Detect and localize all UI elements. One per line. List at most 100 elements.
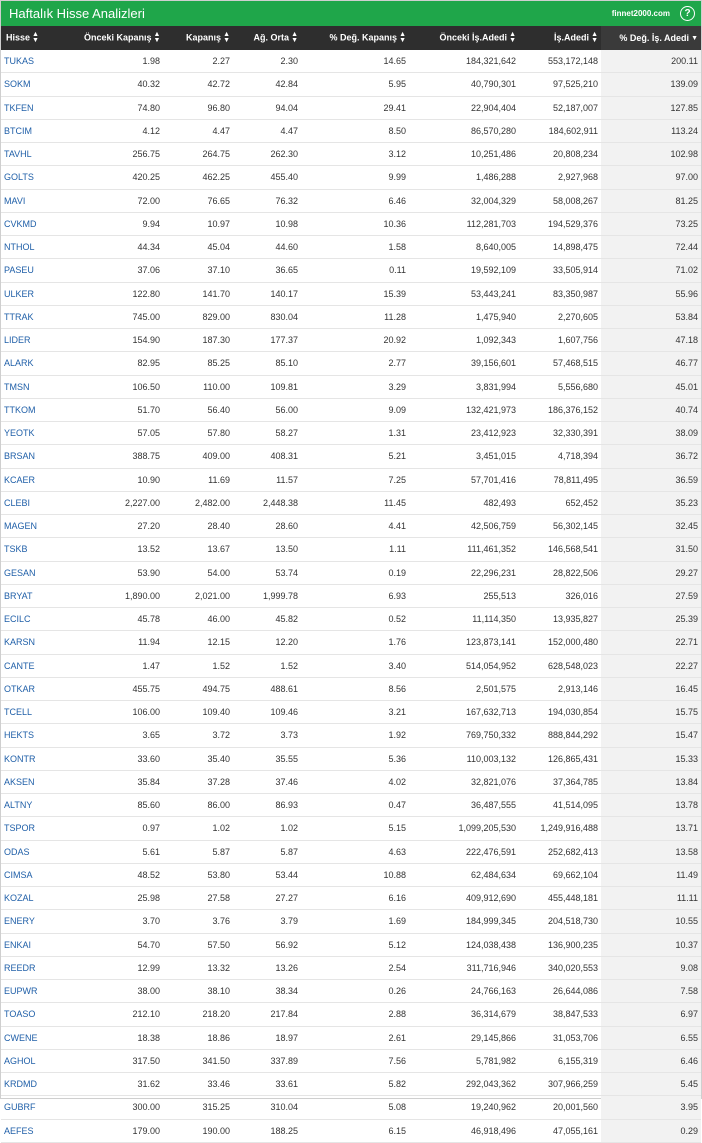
sort-updown-icon[interactable]: ▲ ▼ <box>223 31 230 44</box>
table-row[interactable]: BRYAT 1,890.00 2,021.00 1,999.78 6.93 255,513… <box>1 584 701 609</box>
table-row[interactable]: CLEBI 2,227.00 2,482.00 2,448.38 11.45 482,49… <box>1 491 701 516</box>
table-row[interactable]: TCELL 106.00 109.40 109.46 3.21 167,632,713 19… <box>1 700 701 725</box>
table-row[interactable]: MAVI 72.00 76.65 76.32 6.46 32,004,329 58,008,… <box>1 189 701 213</box>
stock-code-cell[interactable]: ULKER <box>1 282 81 306</box>
stock-code-cell[interactable]: TOASO <box>1 1002 81 1027</box>
table-row[interactable]: TKFEN 74.80 96.80 94.04 29.41 22,904,404 52,18… <box>1 96 701 120</box>
stock-code-cell[interactable]: LIDER <box>1 328 81 353</box>
table-row[interactable]: AKSEN 35.84 37.28 37.46 4.02 32,821,076 37,364… <box>1 770 701 795</box>
table-row[interactable]: MAGEN 27.20 28.40 28.60 4.41 42,506,759 56,302… <box>1 514 701 539</box>
table-row[interactable]: BRSAN 388.75 409.00 408.31 5.21 3,451,015 4,71… <box>1 444 701 469</box>
stock-code-cell[interactable]: TMSN <box>1 375 81 399</box>
table-row[interactable]: NTHOL 44.34 45.04 44.60 1.58 8,640,005 14,898,… <box>1 235 701 260</box>
stock-code-cell[interactable]: CWENE <box>1 1026 81 1050</box>
column-header-hisse[interactable]: Hisse ▲ ▼ <box>1 26 81 50</box>
table-row[interactable]: CWENE 18.38 18.86 18.97 2.61 29,145,866 31,053… <box>1 1026 701 1050</box>
column-header-onceki-is-adedi[interactable]: Önceki İş.Adedi ▲ ▼ <box>409 26 519 50</box>
table-row[interactable]: CVKMD 9.94 10.97 10.98 10.36 112,281,703 194,5… <box>1 212 701 237</box>
stock-code-cell[interactable]: TCELL <box>1 700 81 725</box>
table-row[interactable]: TMSN 106.50 110.00 109.81 3.29 3,831,994 5,556… <box>1 375 701 399</box>
column-header-onceki-kapanis[interactable]: Önceki Kapanış ▲ ▼ <box>81 26 163 50</box>
stock-code-cell[interactable]: YEOTK <box>1 421 81 446</box>
table-row[interactable]: TOASO 212.10 218.20 217.84 2.88 36,314,679 38,… <box>1 1002 701 1027</box>
stock-code-cell[interactable]: CIMSA <box>1 863 81 888</box>
table-row[interactable]: AEFES 179.00 190.00 188.25 6.15 46,918,496 47,… <box>1 1119 701 1143</box>
stock-code-cell[interactable]: CLEBI <box>1 491 81 516</box>
table-row[interactable]: TSKB 13.52 13.67 13.50 1.11 111,461,352 146,56… <box>1 537 701 562</box>
stock-code-cell[interactable]: TUKAS <box>1 50 81 74</box>
table-row[interactable]: AGHOL 317.50 341.50 337.89 7.56 5,781,982 6,15… <box>1 1049 701 1074</box>
table-row[interactable]: BTCIM 4.12 4.47 4.47 8.50 86,570,280 184,602,9… <box>1 119 701 144</box>
stock-code-cell[interactable]: AGHOL <box>1 1049 81 1074</box>
stock-code-cell[interactable]: NTHOL <box>1 235 81 260</box>
stock-code-cell[interactable]: TKFEN <box>1 96 81 120</box>
stock-code-cell[interactable]: REEDR <box>1 956 81 981</box>
table-row[interactable]: LIDER 154.90 187.30 177.37 20.92 1,092,343 1,6… <box>1 328 701 353</box>
stock-code-cell[interactable]: AEFES <box>1 1119 81 1143</box>
table-row[interactable]: ECILC 45.78 46.00 45.82 0.52 11,114,350 13,935… <box>1 607 701 632</box>
stock-code-cell[interactable]: GUBRF <box>1 1095 81 1120</box>
table-row[interactable]: REEDR 12.99 13.32 13.26 2.54 311,716,946 340,0… <box>1 956 701 981</box>
sort-updown-icon[interactable]: ▲ ▼ <box>154 31 161 44</box>
table-row[interactable]: ENKAI 54.70 57.50 56.92 5.12 124,038,438 136,9… <box>1 933 701 957</box>
stock-code-cell[interactable]: ALTNY <box>1 793 81 818</box>
stock-code-cell[interactable]: BRYAT <box>1 584 81 609</box>
table-row[interactable]: TTKOM 51.70 56.40 56.00 9.09 132,421,973 186,3… <box>1 398 701 423</box>
stock-code-cell[interactable]: EUPWR <box>1 979 81 1004</box>
table-row[interactable]: OTKAR 455.75 494.75 488.61 8.56 2,501,575 2,91… <box>1 677 701 702</box>
stock-code-cell[interactable]: BRSAN <box>1 444 81 469</box>
brand-label[interactable]: finnet2000.com <box>612 9 670 18</box>
stock-code-cell[interactable]: ENKAI <box>1 933 81 957</box>
sort-updown-icon[interactable]: ▲ ▼ <box>399 31 406 44</box>
sort-updown-icon[interactable]: ▲ ▼ <box>509 31 516 44</box>
stock-code-cell[interactable]: GESAN <box>1 561 81 585</box>
table-row[interactable]: CIMSA 48.52 53.80 53.44 10.88 62,484,634 69,66… <box>1 863 701 888</box>
stock-code-cell[interactable]: KARSN <box>1 630 81 655</box>
table-row[interactable]: GOLTS 420.25 462.25 455.40 9.99 1,486,288 2,92… <box>1 165 701 190</box>
sort-down-icon[interactable]: ▼ <box>691 35 698 42</box>
table-row[interactable]: CANTE 1.47 1.52 1.52 3.40 514,054,952 628,548,… <box>1 654 701 678</box>
table-row[interactable]: ULKER 122.80 141.70 140.17 15.39 53,443,241 83… <box>1 282 701 306</box>
column-header-is-adedi[interactable]: İş.Adedi ▲ ▼ <box>519 26 601 50</box>
table-row[interactable]: ALARK 82.95 85.25 85.10 2.77 39,156,601 57,468… <box>1 351 701 376</box>
stock-code-cell[interactable]: AKSEN <box>1 770 81 795</box>
stock-code-cell[interactable]: KRDMD <box>1 1072 81 1097</box>
table-row[interactable]: ODAS 5.61 5.87 5.87 4.63 222,476,591 252,682,4… <box>1 840 701 864</box>
table-row[interactable]: YEOTK 57.05 57.80 58.27 1.31 23,412,923 32,330… <box>1 421 701 446</box>
table-row[interactable]: PASEU 37.06 37.10 36.65 0.11 19,592,109 33,505… <box>1 258 701 283</box>
stock-code-cell[interactable]: PASEU <box>1 258 81 283</box>
stock-code-cell[interactable]: OTKAR <box>1 677 81 702</box>
stock-code-cell[interactable]: ECILC <box>1 607 81 632</box>
table-row[interactable]: ALTNY 85.60 86.00 86.93 0.47 36,487,555 41,514… <box>1 793 701 818</box>
stock-code-cell[interactable]: TSKB <box>1 537 81 562</box>
table-row[interactable]: TUKAS 1.98 2.27 2.30 14.65 184,321,642 553,172… <box>1 50 701 74</box>
stock-code-cell[interactable]: KCAER <box>1 468 81 492</box>
sort-updown-icon[interactable]: ▲ ▼ <box>32 31 39 44</box>
table-row[interactable]: TAVHL 256.75 264.75 262.30 3.12 10,251,486 20,… <box>1 142 701 167</box>
column-header-deg-kapanis[interactable]: % Değ. Kapanış ▲ ▼ <box>301 26 409 50</box>
stock-code-cell[interactable]: GOLTS <box>1 165 81 190</box>
stock-code-cell[interactable]: SOKM <box>1 72 81 97</box>
table-row[interactable]: GESAN 53.90 54.00 53.74 0.19 22,296,231 28,822… <box>1 561 701 585</box>
stock-code-cell[interactable]: KOZAL <box>1 886 81 911</box>
stock-code-cell[interactable]: ODAS <box>1 840 81 864</box>
stock-code-cell[interactable]: BTCIM <box>1 119 81 144</box>
column-header-kapanis[interactable]: Kapanış ▲ ▼ <box>163 26 233 50</box>
table-row[interactable]: KOZAL 25.98 27.58 27.27 6.16 409,912,690 455,4… <box>1 886 701 911</box>
table-row[interactable]: TSPOR 0.97 1.02 1.02 5.15 1,099,205,530 1,249,… <box>1 816 701 841</box>
stock-code-cell[interactable]: CANTE <box>1 654 81 678</box>
sort-updown-icon[interactable]: ▲ ▼ <box>591 31 598 44</box>
stock-code-cell[interactable]: ENERY <box>1 909 81 934</box>
table-row[interactable]: SOKM 40.32 42.72 42.84 5.95 40,790,301 97,525,… <box>1 72 701 97</box>
stock-code-cell[interactable]: MAGEN <box>1 514 81 539</box>
stock-code-cell[interactable]: TAVHL <box>1 142 81 167</box>
stock-code-cell[interactable]: ALARK <box>1 351 81 376</box>
stock-code-cell[interactable]: HEKTS <box>1 723 81 748</box>
help-icon[interactable]: ? <box>680 6 695 21</box>
table-row[interactable]: KARSN 11.94 12.15 12.20 1.76 123,873,141 152,0… <box>1 630 701 655</box>
table-row[interactable]: ENERY 3.70 3.76 3.79 1.69 184,999,345 204,518,… <box>1 909 701 934</box>
stock-code-cell[interactable]: CVKMD <box>1 212 81 237</box>
table-row[interactable]: GUBRF 300.00 315.25 310.04 5.08 19,240,962 20,… <box>1 1095 701 1120</box>
table-row[interactable]: TTRAK 745.00 829.00 830.04 11.28 1,475,940 2,2… <box>1 305 701 330</box>
sort-updown-icon[interactable]: ▲ ▼ <box>291 31 298 44</box>
